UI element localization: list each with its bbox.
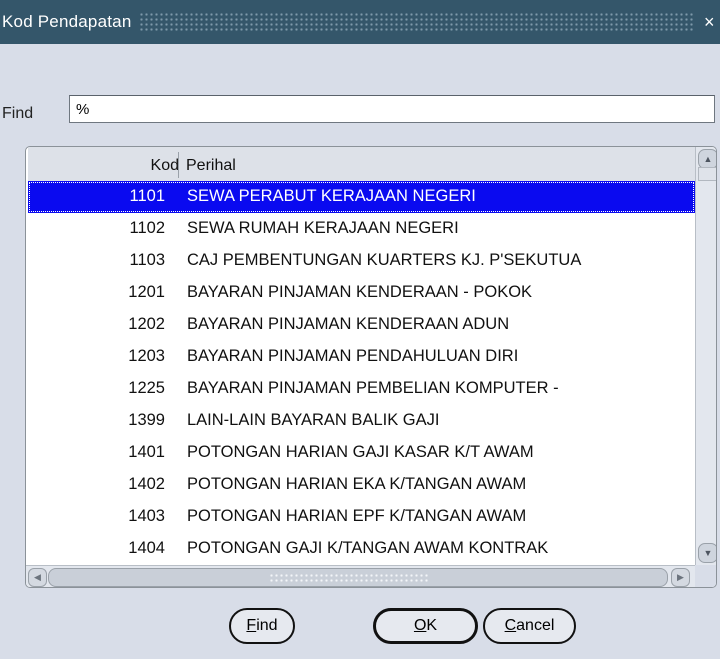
scroll-down-icon[interactable]: ▼ bbox=[698, 543, 716, 563]
cell-perihal: SEWA RUMAH KERAJAAN NEGERI bbox=[187, 219, 459, 237]
cell-perihal: BAYARAN PINJAMAN PENDAHULUAN DIRI bbox=[187, 347, 519, 365]
find-button-label: ind bbox=[256, 617, 278, 634]
cell-kod: 1225 bbox=[128, 379, 165, 397]
table-header: Kod Perihal bbox=[28, 147, 695, 182]
cell-perihal: BAYARAN PINJAMAN KENDERAAN ADUN bbox=[187, 315, 510, 333]
cell-kod: 1103 bbox=[129, 251, 165, 269]
horizontal-scrollbar[interactable]: ◀ ▶ bbox=[26, 565, 695, 587]
cell-kod: 1101 bbox=[129, 187, 165, 205]
scroll-corner bbox=[695, 565, 716, 587]
cell-kod: 1404 bbox=[128, 539, 165, 557]
table-row[interactable]: 1404 POTONGAN GAJI K/TANGAN AWAM KONTRAK bbox=[28, 533, 695, 565]
cell-perihal: LAIN-LAIN BAYARAN BALIK GAJI bbox=[187, 411, 440, 429]
table-row[interactable]: 1201 BAYARAN PINJAMAN KENDERAAN - POKOK bbox=[28, 277, 695, 309]
table-body: 1101 SEWA PERABUT KERAJAAN NEGERI 1102 SEWA… bbox=[28, 181, 695, 565]
cell-kod: 1402 bbox=[128, 475, 165, 493]
cell-perihal: POTONGAN HARIAN EKA K/TANGAN AWAM bbox=[187, 475, 527, 493]
find-button[interactable]: Find bbox=[229, 608, 295, 644]
cell-perihal: BAYARAN PINJAMAN KENDERAAN - POKOK bbox=[187, 283, 533, 301]
scroll-up-icon[interactable]: ▲ bbox=[698, 149, 716, 169]
column-header-kod[interactable]: Kod bbox=[28, 157, 179, 175]
cancel-mnemonic: C bbox=[504, 617, 517, 634]
vertical-scroll-thumb[interactable] bbox=[698, 167, 716, 181]
title-bar[interactable]: Kod Pendapatan × bbox=[0, 0, 720, 44]
find-input[interactable] bbox=[69, 95, 715, 123]
table-row[interactable]: 1399 LAIN-LAIN BAYARAN BALIK GAJI bbox=[28, 405, 695, 437]
cell-perihal: CAJ PEMBENTUNGAN KUARTERS KJ. P'SEKUTUA bbox=[187, 251, 582, 269]
column-header-perihal[interactable]: Perihal bbox=[186, 157, 236, 175]
ok-button-label: K bbox=[426, 617, 438, 634]
table-row[interactable]: 1102 SEWA RUMAH KERAJAAN NEGERI bbox=[28, 213, 695, 245]
table-row[interactable]: 1203 BAYARAN PINJAMAN PENDAHULUAN DIRI bbox=[28, 341, 695, 373]
find-label: Find bbox=[2, 105, 34, 122]
table-row[interactable]: 1101 SEWA PERABUT KERAJAAN NEGERI bbox=[28, 181, 695, 213]
table-row[interactable]: 1401 POTONGAN HARIAN GAJI KASAR K/T AWAM bbox=[28, 437, 695, 469]
table-row[interactable]: 1402 POTONGAN HARIAN EKA K/TANGAN AWAM bbox=[28, 469, 695, 501]
ok-button[interactable]: OK bbox=[373, 608, 478, 644]
cell-kod: 1102 bbox=[129, 219, 165, 237]
cell-perihal: POTONGAN HARIAN EPF K/TANGAN AWAM bbox=[187, 507, 527, 525]
cell-kod: 1403 bbox=[128, 507, 165, 525]
scroll-right-icon[interactable]: ▶ bbox=[671, 568, 690, 587]
cell-kod: 1401 bbox=[128, 443, 165, 461]
list-of-values: Kod Perihal 1101 SEWA PERABUT KERAJAAN NE… bbox=[25, 146, 717, 588]
find-mnemonic: F bbox=[246, 617, 257, 634]
title-grip bbox=[139, 12, 694, 32]
cell-kod: 1203 bbox=[128, 347, 165, 365]
cell-kod: 1201 bbox=[128, 283, 165, 301]
window-title: Kod Pendapatan bbox=[2, 12, 132, 31]
cell-perihal: POTONGAN HARIAN GAJI KASAR K/T AWAM bbox=[187, 443, 534, 461]
cancel-button[interactable]: Cancel bbox=[483, 608, 576, 644]
vertical-scrollbar[interactable]: ▲ ▼ bbox=[695, 147, 716, 565]
table-row[interactable]: 1103 CAJ PEMBENTUNGAN KUARTERS KJ. P'SEKU… bbox=[28, 245, 695, 277]
close-icon[interactable]: × bbox=[704, 12, 718, 33]
scroll-grip bbox=[269, 573, 429, 582]
ok-mnemonic: O bbox=[413, 617, 427, 634]
cell-kod: 1202 bbox=[128, 315, 165, 333]
horizontal-scroll-thumb[interactable] bbox=[48, 568, 668, 587]
cell-perihal: BAYARAN PINJAMAN PEMBELIAN KOMPUTER - bbox=[187, 379, 559, 397]
cell-perihal: POTONGAN GAJI K/TANGAN AWAM KONTRAK bbox=[187, 539, 549, 557]
cell-perihal: SEWA PERABUT KERAJAAN NEGERI bbox=[187, 187, 476, 205]
table-row[interactable]: 1225 BAYARAN PINJAMAN PEMBELIAN KOMPUTER … bbox=[28, 373, 695, 405]
table-row[interactable]: 1202 BAYARAN PINJAMAN KENDERAAN ADUN bbox=[28, 309, 695, 341]
scroll-left-icon[interactable]: ◀ bbox=[28, 568, 47, 587]
cancel-button-label: ancel bbox=[516, 617, 555, 634]
table-row[interactable]: 1403 POTONGAN HARIAN EPF K/TANGAN AWAM bbox=[28, 501, 695, 533]
column-divider[interactable] bbox=[178, 152, 179, 178]
cell-kod: 1399 bbox=[128, 411, 165, 429]
